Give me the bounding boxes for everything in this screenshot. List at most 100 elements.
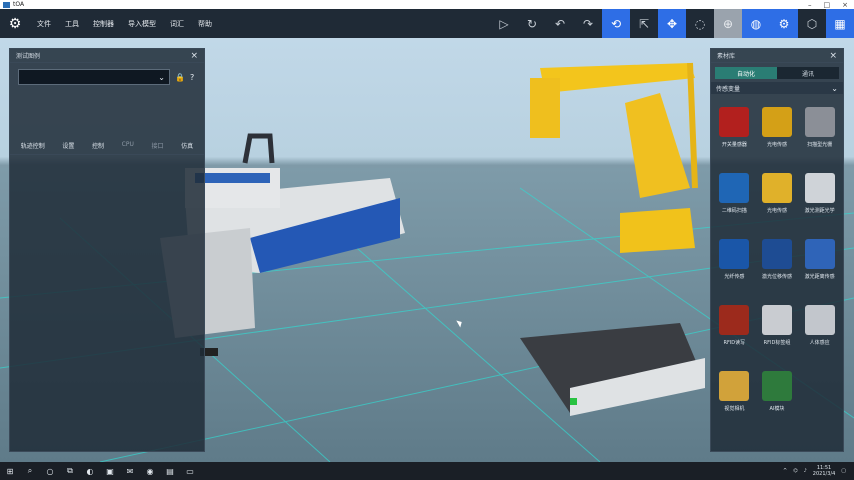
menu-import-model[interactable]: 导入模型	[121, 19, 163, 29]
maximize-icon[interactable]: □	[824, 1, 831, 9]
tab-simulation[interactable]: 仿真	[181, 141, 193, 150]
left-panel-title: 测试图例	[16, 53, 41, 60]
window-title: tOA	[13, 1, 25, 8]
tab-cpu[interactable]: CPU	[122, 141, 134, 150]
library-item-label: 视觉相机	[724, 406, 745, 412]
tray-chevron-icon[interactable]: ^	[783, 468, 787, 474]
library-item-label: RFID读写	[723, 340, 746, 346]
move-icon[interactable]: ✥	[658, 9, 686, 38]
right-panel-title: 素材库	[717, 53, 736, 60]
library-item[interactable]: 光纤传感	[714, 231, 755, 293]
library-item[interactable]: 激光测距光学	[799, 165, 840, 227]
main-menu: 文件 工具 控制器 导入模型 词汇 帮助	[30, 19, 219, 29]
library-item[interactable]: 激光位移传感	[757, 231, 798, 293]
conveyor-box	[520, 323, 705, 416]
library-item-label: 激光测距光学	[804, 208, 835, 214]
app-icon[interactable]: ▤	[164, 465, 176, 477]
library-item[interactable]	[799, 363, 840, 425]
library-item[interactable]: 光电传感	[757, 165, 798, 227]
library-item-thumbnail	[804, 173, 835, 203]
segment-communication[interactable]: 通讯	[777, 67, 839, 79]
tab-trajectory[interactable]: 轨迹控制	[21, 141, 45, 150]
tab-settings[interactable]: 设置	[62, 141, 74, 150]
edge-browser-icon[interactable]: ◐	[84, 465, 96, 477]
window-controls: – □ ×	[808, 1, 854, 9]
clock-date: 2021/3/4	[812, 471, 836, 477]
library-item-thumbnail	[761, 239, 792, 269]
tab-control[interactable]: 控制	[92, 141, 104, 150]
menu-help[interactable]: 帮助	[191, 19, 219, 29]
segment-automation[interactable]: 自动化	[715, 67, 777, 79]
grid-icon[interactable]: ▦	[826, 9, 854, 38]
taskbar: ⊞ ⌕ ○ ⧉ ◐ ▣ ✉ ◉ ▤ ▭ ^ ⌬ ♪ 11:51 2021/3/4…	[0, 462, 854, 480]
taskview-grid-icon[interactable]: ⧉	[64, 465, 76, 477]
close-icon[interactable]: ×	[190, 51, 198, 61]
library-item-thumbnail	[805, 371, 835, 401]
menu-vocabulary[interactable]: 词汇	[163, 19, 191, 29]
library-item-label: 光电传感	[766, 142, 787, 148]
left-panel-tabs: 轨迹控制 设置 控制 CPU 接口 仿真	[10, 137, 204, 155]
library-item-thumbnail	[719, 305, 750, 335]
menu-tools[interactable]: 工具	[58, 19, 86, 29]
task-view-icon[interactable]: ○	[44, 465, 56, 477]
rotate-icon[interactable]: ◌	[686, 9, 714, 38]
library-item[interactable]: 视觉相机	[714, 363, 755, 425]
chrome-icon[interactable]: ◉	[144, 465, 156, 477]
minimize-icon[interactable]: –	[808, 1, 812, 9]
library-item-label: AI模块	[769, 406, 785, 412]
menu-file[interactable]: 文件	[30, 19, 58, 29]
library-item[interactable]: 二维码扫描	[714, 165, 755, 227]
close-window-icon[interactable]: ×	[842, 1, 848, 9]
target-icon[interactable]: ⊕	[714, 9, 742, 38]
category-header[interactable]: 传感变量 ⌄	[711, 82, 843, 94]
volume-icon[interactable]: ♪	[804, 468, 807, 474]
library-item-thumbnail	[761, 371, 792, 401]
help-icon[interactable]: ?	[190, 73, 194, 82]
library-item-thumbnail	[719, 173, 750, 203]
robot-select[interactable]: ⌄	[18, 69, 170, 85]
library-item[interactable]: RFID标签组	[757, 297, 798, 359]
library-item[interactable]: 激光距离传感	[799, 231, 840, 293]
lock-icon[interactable]: 🔒	[175, 73, 185, 82]
library-item[interactable]: 开关量感器	[714, 99, 755, 161]
windows-start-icon[interactable]: ⊞	[4, 465, 16, 477]
globe-icon[interactable]: ◍	[742, 9, 770, 38]
notification-icon[interactable]: ▢	[841, 468, 846, 474]
library-item[interactable]: RFID读写	[714, 297, 755, 359]
library-item-label: 光纤传感	[724, 274, 745, 280]
settings-icon[interactable]: ⚙	[770, 9, 798, 38]
left-panel-header: 测试图例 ×	[10, 49, 204, 63]
library-item[interactable]: AI模块	[757, 363, 798, 425]
library-item[interactable]: 人体感应	[799, 297, 840, 359]
library-item[interactable]: 光电传感	[757, 99, 798, 161]
left-panel: 测试图例 × ⌄ 🔒 ? 轨迹控制 设置 控制 CPU 接口 仿真	[9, 48, 205, 452]
robot-logo-icon: ⚙	[8, 15, 22, 32]
refresh-icon[interactable]: ↻	[518, 9, 546, 38]
play-icon[interactable]: ▷	[490, 9, 518, 38]
cube-icon[interactable]: ⬡	[798, 9, 826, 38]
store-icon[interactable]: ▣	[104, 465, 116, 477]
segment-control: 自动化 通讯	[715, 67, 839, 79]
tab-interface[interactable]: 接口	[151, 141, 163, 150]
library-item-label: 开关量感器	[721, 142, 747, 148]
library-item-thumbnail	[761, 173, 792, 203]
library-item[interactable]: 扫描型光栅	[799, 99, 840, 161]
library-item-label: 光电传感	[766, 208, 787, 214]
rotate-view-icon[interactable]: ⟲	[602, 9, 630, 38]
library-item-thumbnail	[804, 239, 835, 269]
clock[interactable]: 11:51 2021/3/4	[813, 465, 835, 477]
app-icon	[3, 1, 10, 8]
menu-controller[interactable]: 控制器	[86, 19, 121, 29]
search-icon[interactable]: ⌕	[24, 465, 36, 477]
redo-icon[interactable]: ↷	[574, 9, 602, 38]
close-icon[interactable]: ×	[829, 51, 837, 61]
mail-icon[interactable]: ✉	[124, 465, 136, 477]
folder-icon[interactable]: ▭	[184, 465, 196, 477]
right-panel-header: 素材库 ×	[711, 49, 843, 63]
library-item-label: 二维码扫描	[721, 208, 747, 214]
undo-icon[interactable]: ↶	[546, 9, 574, 38]
industrial-robot	[530, 62, 698, 253]
network-icon[interactable]: ⌬	[793, 468, 797, 474]
library-item-label: 激光位移传感	[761, 274, 792, 280]
select-icon[interactable]: ⇱	[630, 9, 658, 38]
